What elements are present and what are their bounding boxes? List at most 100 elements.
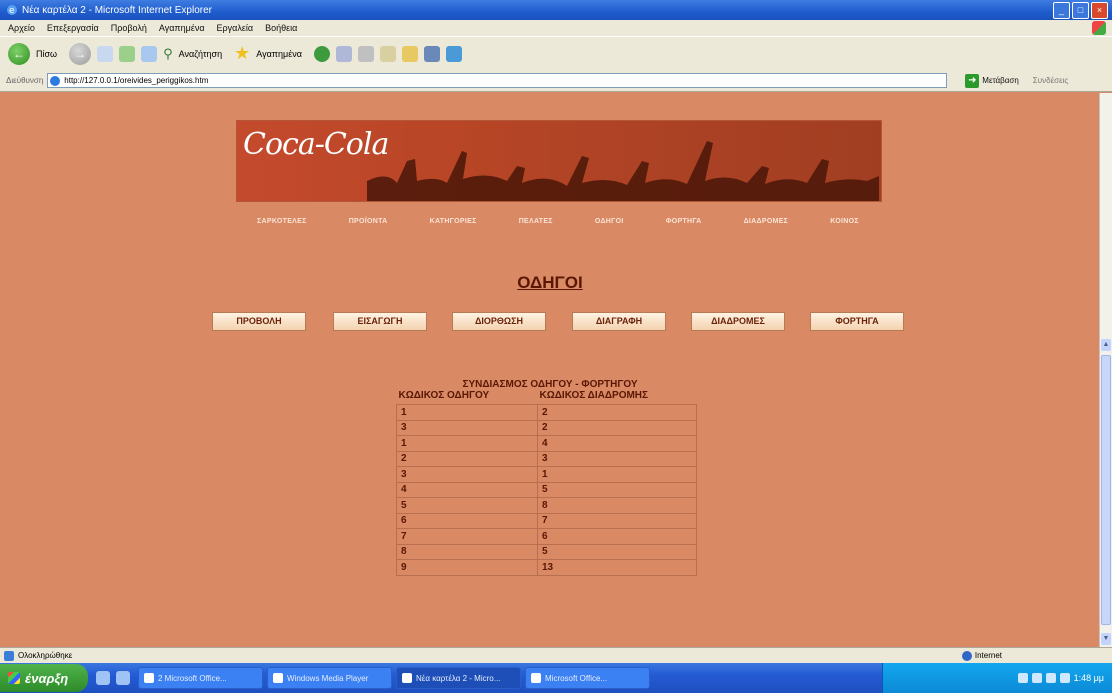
- window-icon: [531, 673, 541, 683]
- route-code-cell: 5: [537, 481, 697, 498]
- driver-code-cell: 3: [396, 419, 538, 436]
- go-button-label[interactable]: Μετάβαση: [982, 76, 1019, 85]
- system-tray: 1:48 μμ: [882, 663, 1112, 693]
- menu-edit[interactable]: Επεξεργασία: [47, 23, 99, 33]
- route-code-cell: 3: [537, 450, 697, 467]
- favorites-button-label[interactable]: Αγαπημένα: [256, 49, 302, 59]
- routes-button[interactable]: ΔΙΑΔΡΟΜΕΣ: [691, 312, 785, 331]
- messenger-icon[interactable]: [445, 45, 462, 62]
- address-bar: Διεύθυνση http://127.0.0.1/oreivides_per…: [0, 70, 1112, 92]
- site-banner: Coca-Cola: [236, 120, 882, 202]
- edit-button[interactable]: ΔΙΟΡΘΩΣΗ: [452, 312, 546, 331]
- route-code-cell: 1: [537, 466, 697, 483]
- taskbar-item-label[interactable]: Νέα καρτέλα 2 - Micro...: [416, 674, 500, 683]
- vertical-scrollbar[interactable]: ▲ ▼: [1099, 93, 1112, 647]
- start-label[interactable]: έναρξη: [25, 671, 68, 686]
- scroll-up-icon[interactable]: ▲: [1101, 339, 1111, 351]
- address-input[interactable]: http://127.0.0.1/oreivides_periggikos.ht…: [47, 73, 948, 88]
- page-title[interactable]: ΟΔΗΓΟΙ: [0, 273, 1100, 293]
- nav-item-products[interactable]: ΠΡΟΪΟΝΤΑ: [349, 218, 388, 225]
- scroll-down-icon[interactable]: ▼: [1101, 633, 1111, 645]
- view-button[interactable]: ΠΡΟΒΟΛΗ: [212, 312, 306, 331]
- nav-item-trucks[interactable]: ΦΟΡΤΗΓΑ: [666, 218, 702, 225]
- globe-icon: [961, 650, 972, 661]
- back-arrow-icon[interactable]: ←: [8, 42, 30, 65]
- route-code-cell: 5: [537, 543, 697, 560]
- close-button[interactable]: ×: [1091, 1, 1108, 19]
- language-icon[interactable]: [1059, 673, 1070, 683]
- maximize-button[interactable]: □: [1072, 1, 1089, 19]
- menu-help[interactable]: Βοήθεια: [265, 23, 297, 33]
- trucks-button[interactable]: ΦΟΡΤΗΓΑ: [810, 312, 904, 331]
- browser-toolbar: ← Πίσω → ⚲ Αναζήτηση ★ Αγαπημένα: [0, 36, 1112, 70]
- insert-button[interactable]: ΕΙΣΑΓΩΓΗ: [333, 312, 427, 331]
- table-row: 76: [396, 528, 697, 545]
- crowd-silhouette-image: [367, 141, 879, 201]
- start-button[interactable]: έναρξη: [0, 664, 88, 692]
- delete-button[interactable]: ΔΙΑΓΡΑΦΗ: [572, 312, 666, 331]
- taskbar-item[interactable]: Microsoft Office...: [525, 667, 650, 689]
- refresh-icon[interactable]: [119, 45, 136, 62]
- stop-icon[interactable]: [97, 45, 114, 62]
- back-button-label[interactable]: Πίσω: [36, 49, 57, 59]
- go-arrow-icon[interactable]: ➜: [965, 73, 980, 88]
- table-row: 9 13: [396, 559, 697, 576]
- volume-icon[interactable]: [1031, 673, 1042, 683]
- driver-code-cell: 6: [396, 512, 538, 529]
- forward-arrow-icon[interactable]: →: [69, 42, 92, 65]
- print-icon[interactable]: [357, 45, 374, 62]
- clock: 1:48 μμ: [1073, 673, 1104, 683]
- table-row: 32: [396, 419, 697, 436]
- driver-code-cell: 3: [396, 466, 538, 483]
- taskbar-item-label[interactable]: 2 Microsoft Office...: [158, 674, 227, 683]
- scroll-thumb[interactable]: [1101, 355, 1111, 625]
- driver-route-table: ΚΩΔΙΚΟΣ ΟΔΗΓΟΥ ΚΩΔΙΚΟΣ ΔΙΑΔΡΟΜΗΣ 12 32 1…: [396, 387, 697, 576]
- ie-quicklaunch-icon[interactable]: [96, 671, 110, 685]
- nav-item-home[interactable]: ΣΑΡΚΟΤΕΛΕΣ: [257, 218, 307, 225]
- driver-code-cell: 1: [396, 404, 538, 421]
- search-icon[interactable]: ⚲: [163, 46, 173, 62]
- show-desktop-icon[interactable]: [116, 671, 130, 685]
- minimize-button[interactable]: _: [1053, 1, 1070, 19]
- taskbar-item[interactable]: 2 Microsoft Office...: [138, 667, 263, 689]
- driver-code-cell: 5: [396, 497, 538, 514]
- search-button-label[interactable]: Αναζήτηση: [179, 49, 222, 59]
- windows-logo-icon: [1092, 21, 1106, 35]
- edit-icon[interactable]: [379, 45, 396, 62]
- window-titlebar: e Νέα καρτέλα 2 - Microsoft Internet Exp…: [0, 0, 1112, 20]
- nav-item-categories[interactable]: ΚΑΤΗΓΟΡΙΕΣ: [430, 218, 477, 225]
- research-icon[interactable]: [423, 45, 440, 62]
- links-label[interactable]: Συνδέσεις: [1033, 76, 1068, 85]
- taskbar: έναρξη 2 Microsoft Office... Windows Med…: [0, 663, 1112, 693]
- nav-item-misc[interactable]: ΚΟΙΝΟΣ: [830, 218, 859, 225]
- menu-bar: Αρχείο Επεξεργασία Προβολή Αγαπημένα Εργ…: [0, 20, 1112, 36]
- network-icon[interactable]: [1017, 673, 1028, 683]
- go-button[interactable]: ➜ Μετάβαση: [965, 73, 1019, 88]
- media-icon[interactable]: [313, 45, 330, 62]
- address-url[interactable]: http://127.0.0.1/oreivides_periggikos.ht…: [64, 76, 208, 85]
- table-row: 23: [396, 450, 697, 467]
- menu-file[interactable]: Αρχείο: [8, 23, 35, 33]
- taskbar-item[interactable]: Νέα καρτέλα 2 - Micro...: [396, 667, 521, 689]
- table-row: 45: [396, 481, 697, 498]
- menu-view[interactable]: Προβολή: [111, 23, 147, 33]
- driver-code-cell: 9: [396, 559, 538, 576]
- nav-item-drivers[interactable]: ΟΔΗΓΟΙ: [595, 218, 624, 225]
- security-icon[interactable]: [1045, 673, 1056, 683]
- taskbar-item-label[interactable]: Microsoft Office...: [545, 674, 607, 683]
- home-icon[interactable]: [141, 45, 158, 62]
- taskbar-item[interactable]: Windows Media Player: [267, 667, 392, 689]
- window-icon: [402, 673, 412, 683]
- window-icon: [273, 673, 283, 683]
- nav-item-routes[interactable]: ΔΙΑΔΡΟΜΕΣ: [744, 218, 789, 225]
- folder-icon[interactable]: [401, 45, 418, 62]
- menu-favorites[interactable]: Αγαπημένα: [159, 23, 205, 33]
- quick-launch: [96, 671, 130, 685]
- mail-icon[interactable]: [335, 45, 352, 62]
- window-title: Νέα καρτέλα 2 - Microsoft Internet Explo…: [22, 4, 212, 16]
- action-buttons: ΠΡΟΒΟΛΗ ΕΙΣΑΓΩΓΗ ΔΙΟΡΘΩΣΗ ΔΙΑΓΡΑΦΗ ΔΙΑΔΡ…: [212, 312, 912, 332]
- taskbar-item-label[interactable]: Windows Media Player: [287, 674, 368, 683]
- favorites-star-icon[interactable]: ★: [234, 43, 250, 64]
- menu-tools[interactable]: Εργαλεία: [217, 23, 254, 33]
- nav-item-customers[interactable]: ΠΕΛΑΤΕΣ: [519, 218, 553, 225]
